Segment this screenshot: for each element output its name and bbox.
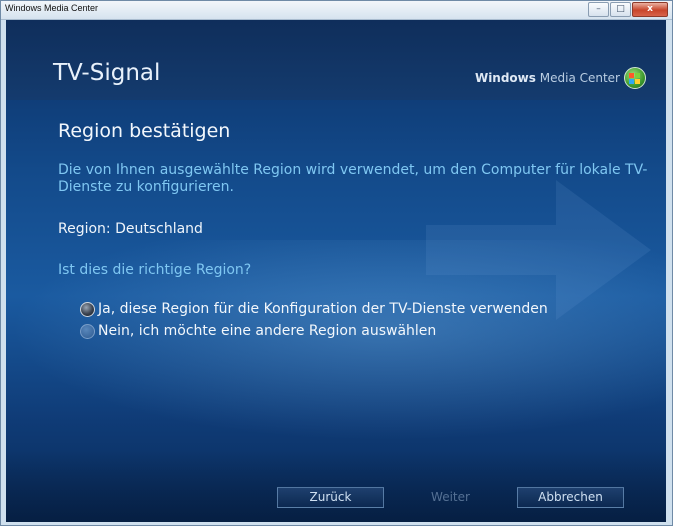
radio-selected-icon[interactable] [80,301,95,317]
close-button[interactable]: x [632,2,668,17]
window-title: Windows Media Center [5,3,99,13]
radio-unselected-icon[interactable] [80,323,95,339]
app-window: Windows Media Center – □ x TV-Signal Win… [0,0,673,526]
minimize-button[interactable]: – [588,2,609,17]
option-no[interactable]: Nein, ich möchte eine andere Region ausw… [80,323,436,339]
section-heading: Region bestätigen [58,120,231,142]
brand: Windows Media Center [475,67,646,89]
back-button[interactable]: Zurück [277,487,384,508]
brand-name-bold: Windows [474,71,536,85]
page-title: TV-Signal [53,60,161,86]
option-no-label: Nein, ich möchte eine andere Region ausw… [98,323,437,339]
description-text: Die von Ihnen ausgewählte Region wird ve… [58,162,648,195]
brand-name-light: Media Center [539,71,620,85]
brand-text: Windows Media Center [475,71,620,85]
selected-region: Region: Deutschland [58,221,203,237]
title-bar[interactable]: Windows Media Center – □ x [1,1,672,20]
media-center-page: TV-Signal Windows Media Center Region be… [6,20,666,522]
windows-logo-icon [624,67,646,89]
confirm-question: Ist dies die richtige Region? [58,262,252,278]
window-controls: – □ x [588,2,668,17]
option-yes[interactable]: Ja, diese Region für die Konfiguration d… [80,301,548,317]
cancel-button[interactable]: Abbrechen [517,487,624,508]
next-button[interactable]: Weiter [397,487,504,508]
footer-band [6,450,666,522]
option-yes-label: Ja, diese Region für die Konfiguration d… [98,301,548,317]
maximize-button[interactable]: □ [610,2,631,17]
